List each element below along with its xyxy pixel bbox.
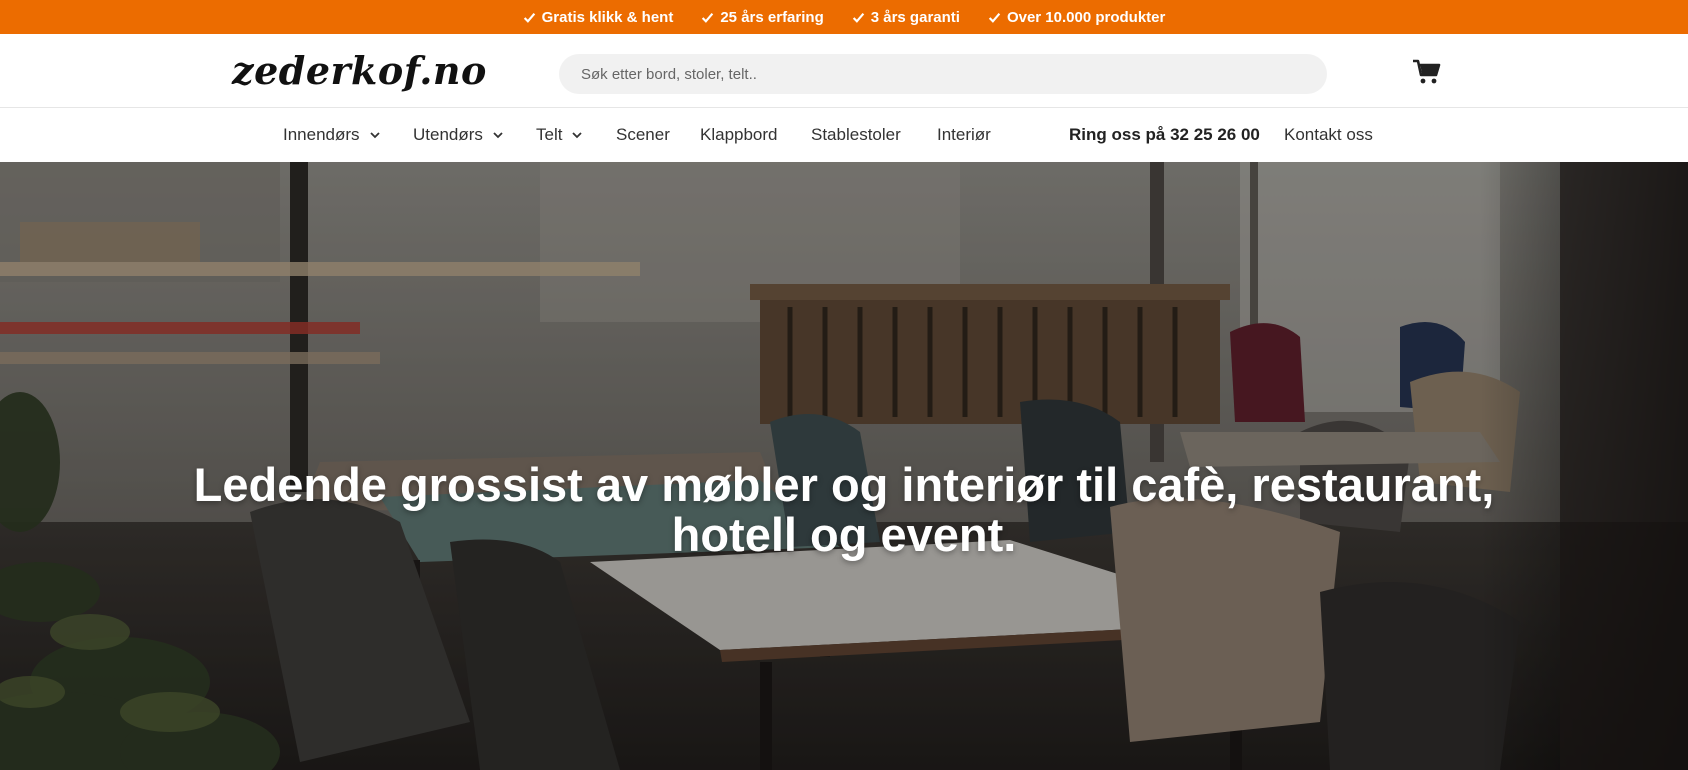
chevron-down-icon: [572, 132, 583, 139]
chevron-down-icon: [369, 132, 380, 139]
nav-item-innendors[interactable]: Innendørs: [283, 108, 381, 162]
check-icon: [852, 12, 864, 23]
main-nav: Innendørs Utendørs Telt Scener Klappbord…: [0, 108, 1688, 162]
usp-label: Gratis klikk & hent: [541, 8, 674, 26]
nav-item-scener[interactable]: Scener: [616, 108, 670, 162]
nav-item-label: Klappbord: [700, 125, 778, 144]
nav-item-label: Innendørs: [283, 125, 360, 144]
nav-item-label: Telt: [536, 125, 563, 144]
nav-item-label: Scener: [616, 125, 670, 144]
hero-heading: Ledende grossist av møbler og interiør t…: [0, 460, 1688, 560]
site-logo[interactable]: zederkof.no: [232, 48, 487, 93]
usp-item: 25 års erfaring: [701, 8, 824, 26]
nav-item-interior[interactable]: Interiør: [937, 108, 991, 162]
phone-link[interactable]: Ring oss på 32 25 26 00: [1069, 108, 1260, 162]
cart-icon[interactable]: [1412, 58, 1442, 86]
check-icon: [702, 12, 714, 23]
site-header: zederkof.no: [0, 34, 1688, 108]
check-icon: [988, 12, 1001, 23]
usp-bar: Gratis klikk & hent 25 års erfaring 3 år…: [0, 0, 1688, 34]
usp-item: 3 års garanti: [852, 9, 960, 26]
nav-item-label: Stablestoler: [811, 125, 901, 144]
nav-item-label: Utendørs: [413, 125, 483, 144]
hero-heading-line: hotell og event.: [671, 508, 1017, 561]
check-icon: [523, 12, 535, 23]
search-input[interactable]: [559, 54, 1327, 94]
usp-label: 3 års garanti: [870, 8, 960, 26]
nav-item-telt[interactable]: Telt: [536, 108, 583, 162]
usp-item: Over 10.000 produkter: [988, 9, 1165, 26]
nav-item-utendors[interactable]: Utendørs: [413, 108, 504, 162]
nav-item-klappbord[interactable]: Klappbord: [700, 108, 778, 162]
chevron-down-icon: [493, 132, 503, 139]
usp-label: 25 års erfaring: [720, 8, 824, 26]
hero-banner: Ledende grossist av møbler og interiør t…: [0, 162, 1688, 770]
usp-item: Gratis klikk & hent: [523, 8, 674, 26]
usp-label: Over 10.000 produkter: [1006, 8, 1166, 26]
contact-link[interactable]: Kontakt oss: [1284, 108, 1373, 162]
nav-item-stablestoler[interactable]: Stablestoler: [811, 108, 901, 162]
hero-heading-line: Ledende grossist av møbler og interiør t…: [193, 458, 1495, 511]
nav-item-label: Interiør: [937, 125, 991, 144]
